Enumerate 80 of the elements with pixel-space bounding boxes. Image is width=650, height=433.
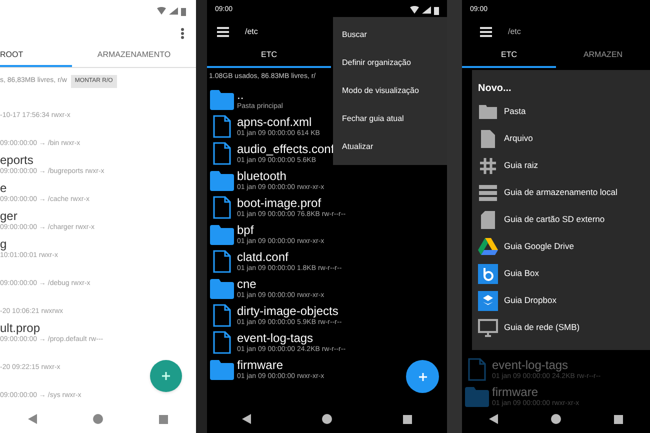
menu-item[interactable]: Atualizar	[333, 133, 447, 161]
menu-item[interactable]: Pasta	[472, 98, 650, 125]
battery-icon	[181, 6, 186, 16]
file-name: cne	[237, 278, 258, 290]
file-name: boot-image.prof	[237, 197, 322, 209]
file-name: event-log-tags	[492, 359, 570, 371]
folder-icon	[210, 360, 234, 380]
back-icon[interactable]	[488, 414, 498, 424]
file-icon	[213, 115, 231, 138]
file-name: bpf	[237, 224, 255, 236]
file-icon	[213, 250, 231, 273]
recents-icon[interactable]	[402, 414, 412, 424]
menu-item[interactable]: Guia raiz	[472, 152, 650, 179]
menu-item[interactable]: Arquivo	[472, 125, 650, 152]
file-name: event-log-tags	[237, 332, 314, 344]
file-name: eports	[0, 154, 34, 166]
menu-item[interactable]: Modo de visualização	[333, 77, 447, 105]
box-logo-icon	[478, 264, 498, 284]
back-icon[interactable]	[242, 414, 252, 424]
menu-item[interactable]: Buscar	[333, 21, 447, 49]
tab[interactable]: ETC	[207, 44, 331, 68]
signal-icon	[169, 7, 178, 15]
menu-item[interactable]: Guia de cartão SD externo	[472, 206, 650, 233]
monitor-icon	[478, 318, 498, 336]
menu-title: Novo...	[477, 82, 512, 96]
home-icon[interactable]	[322, 414, 332, 424]
storage-icon	[479, 184, 497, 200]
file-icon	[481, 130, 495, 148]
file-name: firmware	[492, 386, 540, 398]
file-name: firmware	[237, 359, 284, 371]
file-icon	[213, 196, 231, 219]
file-icon	[213, 142, 231, 165]
signal-icon	[422, 6, 431, 14]
triangle-logo-icon	[478, 238, 498, 255]
file-name: clatd.conf	[237, 251, 290, 263]
file-name: ger	[0, 210, 18, 222]
plus-icon	[161, 371, 171, 381]
menu-item[interactable]: Definir organização	[333, 49, 447, 77]
file-icon	[213, 331, 231, 354]
recents-icon[interactable]	[614, 414, 624, 424]
wifi-icon	[410, 6, 419, 14]
tab[interactable]: ETC	[462, 44, 556, 68]
file-name: g	[0, 238, 8, 250]
tab[interactable]: ARMAZENAMENTO	[72, 44, 196, 67]
tab[interactable]: ROOT	[0, 44, 72, 67]
plus-icon	[418, 372, 428, 382]
file-name: ult.prop	[0, 322, 42, 334]
file-name: dirty-image-objects	[237, 305, 340, 317]
sd-card-icon	[481, 210, 495, 228]
file-name: bluetooth	[237, 170, 288, 182]
tab[interactable]: ARMAZEN	[556, 44, 650, 68]
folder-icon	[465, 386, 489, 406]
current-path: /etc	[508, 26, 521, 38]
dropbox-logo-icon	[478, 290, 498, 310]
menu-item[interactable]: Guia de armazenamento local	[472, 179, 650, 206]
menu-icon[interactable]	[480, 27, 492, 37]
folder-icon	[210, 170, 234, 190]
file-name: audio_effects.conf	[237, 143, 334, 155]
menu-item[interactable]: Guia Dropbox	[472, 287, 650, 314]
menu-item[interactable]: Fechar guia atual	[333, 105, 447, 133]
menu-item[interactable]: Guia Google Drive	[472, 233, 650, 260]
file-icon	[213, 304, 231, 327]
menu-item[interactable]: Guia Box	[472, 260, 650, 287]
folder-icon	[210, 224, 234, 244]
hash-icon	[480, 158, 496, 174]
file-name: ..	[237, 89, 245, 101]
file-name: apns-conf.xml	[237, 116, 313, 128]
folder-icon	[210, 278, 234, 298]
battery-icon	[434, 6, 439, 14]
menu-item[interactable]: Guia de rede (SMB)	[472, 314, 650, 341]
add-button[interactable]	[406, 360, 439, 393]
more-options-icon[interactable]	[181, 28, 184, 38]
current-path: /etc	[245, 26, 258, 38]
file-name: e	[0, 182, 8, 194]
wifi-icon	[157, 7, 166, 15]
folder-icon	[479, 104, 497, 118]
menu-icon[interactable]	[217, 27, 229, 37]
folder-icon	[210, 90, 234, 110]
file-icon	[468, 358, 486, 381]
home-icon[interactable]	[550, 414, 561, 424]
